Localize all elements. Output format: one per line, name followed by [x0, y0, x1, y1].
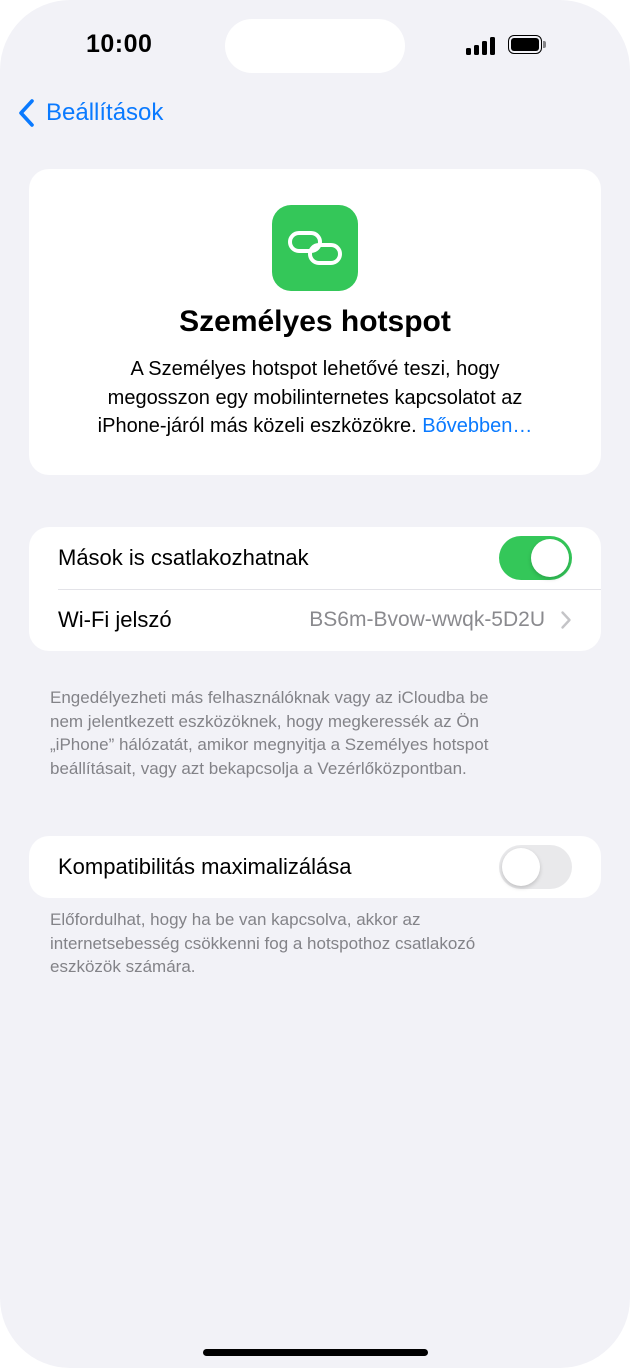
compatibility-group: Kompatibilitás maximalizálása: [29, 836, 601, 898]
description-line: A Személyes hotspot lehetővé teszi, hogy: [130, 358, 500, 380]
description-line: megosszon egy mobilinternetes kapcsolato…: [107, 386, 523, 409]
footnote-line: beállításait, vagy azt bekapcsolja a Vez…: [50, 758, 467, 778]
allow-others-toggle[interactable]: [499, 536, 572, 580]
toggle-knob: [531, 539, 569, 577]
description-text: iPhone-járól más közeli eszközökre.: [97, 415, 417, 437]
toggle-knob: [502, 848, 540, 886]
max-compat-toggle[interactable]: [499, 845, 572, 889]
hotspot-settings-group: Mások is csatlakozhatnak Wi-Fi jelszó BS…: [29, 527, 601, 651]
compat-footnote: Előfordulhat, hogy ha be van kapcsolva, …: [50, 908, 560, 979]
footnote-line: eszközök számára.: [50, 957, 196, 976]
learn-more-link[interactable]: Bővebben…: [422, 415, 532, 437]
back-label: Beállítások: [46, 99, 164, 126]
home-indicator[interactable]: [203, 1349, 428, 1356]
status-bar: 10:00: [0, 0, 630, 90]
wifi-password-value: BS6m-Bvow-wwqk-5D2U: [309, 608, 545, 631]
wifi-password-row[interactable]: Wi-Fi jelszó BS6m-Bvow-wwqk-5D2U: [29, 589, 601, 651]
page-title: Személyes hotspot: [179, 305, 451, 338]
footnote-line: internetsebesség csökkenni fog a hotspot…: [50, 933, 476, 953]
footnote-line: „iPhone” hálózatát, amikor megnyitja a S…: [50, 735, 489, 754]
chevron-right-icon: [561, 611, 571, 629]
hotspot-app-icon: [272, 205, 358, 291]
dynamic-island: [225, 19, 405, 73]
allow-others-footnote: Engedélyezheti más felhasználóknak vagy …: [50, 686, 560, 780]
footnote-line: nem jelentkezett eszközöknek, hogy megke…: [50, 711, 479, 731]
back-button[interactable]: Beállítások: [16, 96, 163, 130]
allow-others-label: Mások is csatlakozhatnak: [58, 545, 309, 570]
max-compat-label: Kompatibilitás maximalizálása: [58, 854, 352, 879]
description-line: iPhone-járól más közeli eszközökre. Bőve…: [59, 412, 571, 441]
footnote-line: Engedélyezheti más felhasználóknak vagy …: [50, 688, 489, 707]
link-icon: [288, 231, 342, 265]
battery-icon: [508, 35, 546, 56]
phone-screen: 10:00 Beállítások Személyes hotspot A Sz…: [0, 0, 630, 1368]
max-compat-row: Kompatibilitás maximalizálása: [29, 836, 601, 898]
hotspot-description: A Személyes hotspot lehetővé teszi, hogy…: [59, 355, 571, 441]
chevron-left-icon: [19, 99, 34, 127]
footnote-line: Előfordulhat, hogy ha be van kapcsolva, …: [50, 910, 421, 929]
hotspot-info-card: Személyes hotspot A Személyes hotspot le…: [29, 169, 601, 475]
status-time: 10:00: [86, 30, 153, 58]
cellular-signal-icon: [466, 37, 498, 55]
allow-others-row: Mások is csatlakozhatnak: [29, 527, 601, 589]
wifi-password-label: Wi-Fi jelszó: [58, 607, 172, 632]
